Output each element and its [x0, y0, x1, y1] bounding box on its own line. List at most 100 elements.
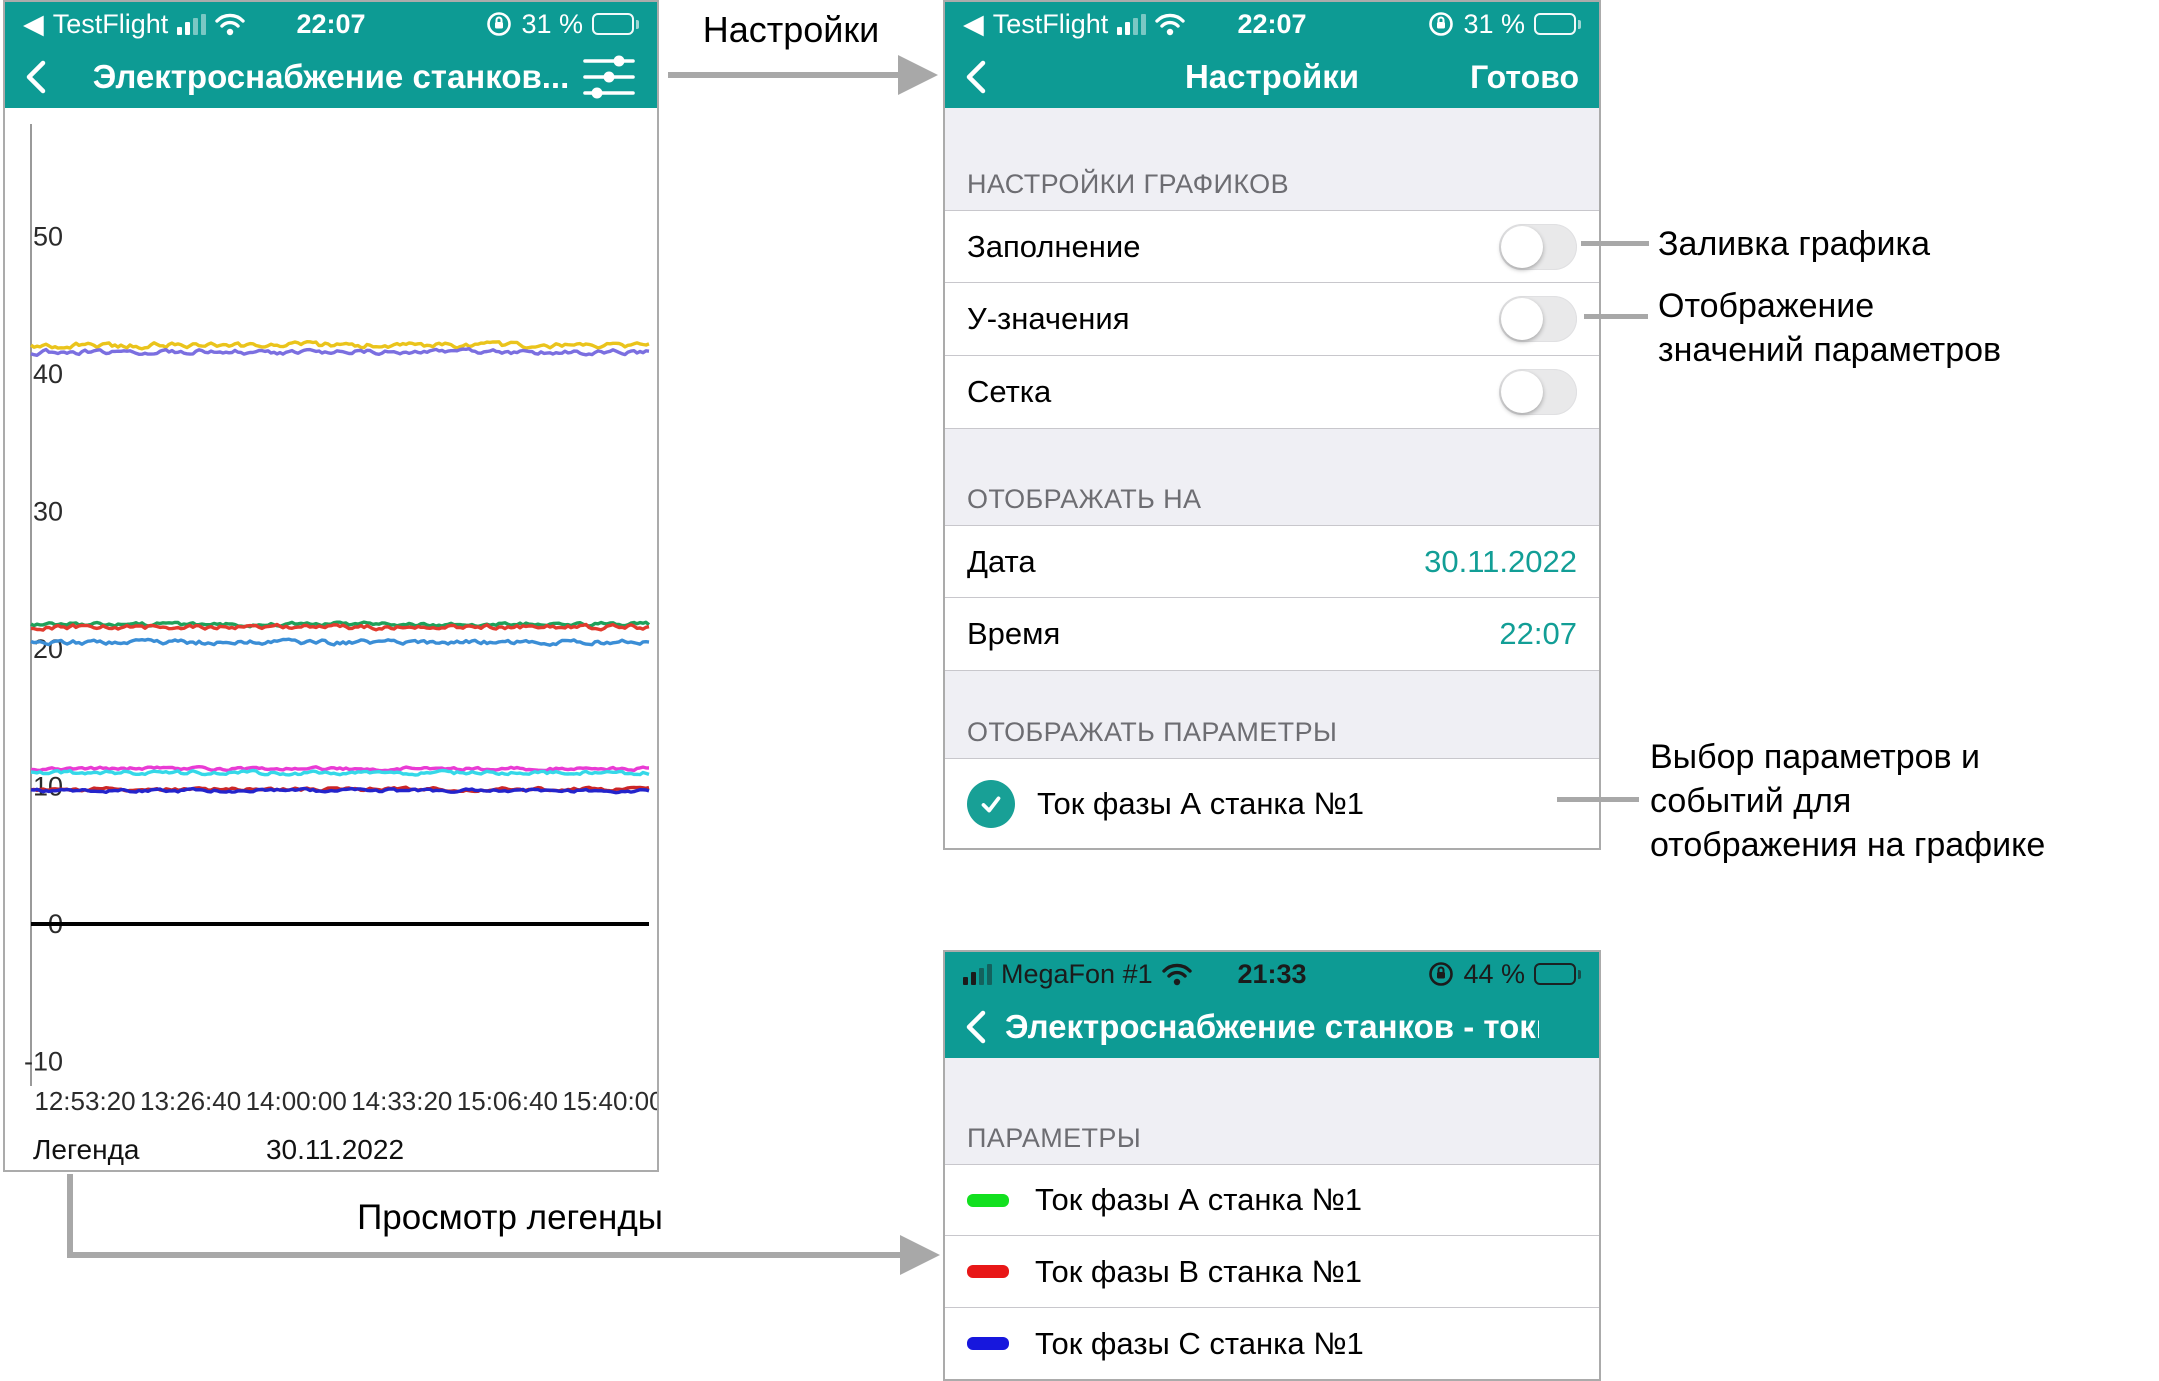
svg-text:20: 20 — [33, 634, 63, 664]
svg-text:15:06:40: 15:06:40 — [457, 1086, 558, 1116]
documentation-figure: ◀ TestFlight 22:07 31 % — [0, 0, 2159, 1381]
row-label: У-значения — [967, 301, 1499, 337]
checkmark-icon[interactable] — [967, 780, 1015, 828]
legend-item[interactable]: Ток фазы С станка №1 — [945, 1308, 1599, 1380]
annotation-settings: Настройки — [668, 8, 914, 52]
legend-arrow-line — [67, 1252, 902, 1258]
nav-bar: Электроснабжение станков... — [5, 46, 657, 108]
svg-text:10: 10 — [33, 772, 63, 802]
time-value[interactable]: 22:07 — [1499, 616, 1577, 652]
series-color-swatch — [967, 1265, 1009, 1278]
y-values-leader-line — [1584, 314, 1648, 319]
line-chart[interactable]: 50403020100-1012:53:2013:26:4014:00:0014… — [5, 108, 657, 1172]
row-parameter[interactable]: Ток фазы А станка №1 — [945, 758, 1599, 850]
row-label: Сетка — [967, 374, 1499, 410]
signal-icon — [963, 963, 992, 985]
svg-text:30: 30 — [33, 497, 63, 527]
row-time[interactable]: Время 22:07 — [945, 598, 1599, 671]
status-bar: ◀ TestFlight 22:07 31 % — [945, 2, 1599, 46]
back-to-app-indicator[interactable]: ◀ — [23, 9, 44, 40]
svg-text:15:40:00: 15:40:00 — [562, 1086, 657, 1116]
rotation-lock-icon — [486, 11, 512, 37]
wifi-icon — [1162, 962, 1192, 986]
legend-screen: MegaFon #1 21:33 44 % — [943, 950, 1601, 1381]
chart-screen: ◀ TestFlight 22:07 31 % — [3, 0, 659, 1172]
parameter-label: Ток фазы А станка №1 — [1037, 786, 1577, 822]
row-date[interactable]: Дата 30.11.2022 — [945, 525, 1599, 598]
annotation-y-values-line2: значений параметров — [1658, 328, 2138, 372]
svg-text:14:00:00: 14:00:00 — [246, 1086, 347, 1116]
page-title: Настройки — [1005, 58, 1539, 96]
annotation-params-line3: отображения на графике — [1650, 823, 2150, 867]
back-button[interactable] — [961, 1007, 991, 1047]
row-label: Дата — [967, 544, 1424, 580]
settings-list: НАСТРОЙКИ ГРАФИКОВ Заполнение У-значения… — [945, 108, 1599, 848]
svg-text:-10: -10 — [24, 1047, 63, 1077]
legend-item-label: Ток фазы А станка №1 — [1035, 1182, 1362, 1218]
settings-sliders-button[interactable] — [581, 51, 637, 103]
signal-icon — [177, 13, 206, 35]
legend-item-label: Ток фазы С станка №1 — [1035, 1326, 1364, 1362]
back-to-app-indicator[interactable]: ◀ — [963, 9, 984, 40]
legend-item[interactable]: Ток фазы В станка №1 — [945, 1236, 1599, 1308]
annotation-fill: Заливка графика — [1658, 222, 1930, 266]
legend-item[interactable]: Ток фазы А станка №1 — [945, 1164, 1599, 1236]
annotation-y-values-line1: Отображение — [1658, 284, 2138, 328]
section-header-display-params: ОТОБРАЖАТЬ ПАРАМЕТРЫ — [945, 671, 1599, 758]
status-bar: ◀ TestFlight 22:07 31 % — [5, 2, 657, 46]
nav-bar: Электроснабжение станков - токи — [945, 996, 1599, 1058]
row-label: Время — [967, 616, 1499, 652]
row-grid[interactable]: Сетка — [945, 356, 1599, 429]
params-leader-line — [1557, 797, 1639, 802]
svg-text:50: 50 — [33, 222, 63, 252]
legend-item-label: Ток фазы В станка №1 — [1035, 1254, 1362, 1290]
rotation-lock-icon — [1428, 11, 1454, 37]
y-values-toggle[interactable] — [1499, 296, 1577, 342]
done-button[interactable]: Готово — [1470, 59, 1579, 96]
battery-percent: 31 % — [521, 9, 583, 40]
back-button[interactable] — [21, 57, 51, 97]
legend-arrow-vline — [67, 1174, 73, 1258]
wifi-icon — [1155, 12, 1185, 36]
status-bar: MegaFon #1 21:33 44 % — [945, 952, 1599, 996]
fill-toggle[interactable] — [1499, 224, 1577, 270]
battery-icon — [592, 13, 639, 35]
svg-text:12:53:20: 12:53:20 — [34, 1086, 135, 1116]
date-value[interactable]: 30.11.2022 — [1424, 544, 1577, 580]
settings-screen: ◀ TestFlight 22:07 31 % — [943, 0, 1601, 850]
svg-text:13:26:40: 13:26:40 — [140, 1086, 241, 1116]
series-color-swatch — [967, 1194, 1009, 1207]
wifi-icon — [215, 12, 245, 36]
battery-percent: 44 % — [1463, 959, 1525, 990]
section-header-graph-settings: НАСТРОЙКИ ГРАФИКОВ — [945, 108, 1599, 210]
section-header-display-at: ОТОБРАЖАТЬ НА — [945, 429, 1599, 525]
rotation-lock-icon — [1428, 961, 1454, 987]
svg-text:40: 40 — [33, 359, 63, 389]
annotation-params-line2: событий для — [1650, 779, 2150, 823]
chart-date-label: 30.11.2022 — [185, 1134, 485, 1166]
annotation-legend: Просмотр легенды — [320, 1196, 700, 1240]
legend-button[interactable]: Легенда — [33, 1134, 140, 1166]
svg-text:14:33:20: 14:33:20 — [351, 1086, 452, 1116]
row-fill[interactable]: Заполнение — [945, 210, 1599, 283]
signal-icon — [1117, 13, 1146, 35]
annotation-params-line1: Выбор параметров и — [1650, 735, 2150, 779]
legend-arrow-head — [900, 1235, 940, 1275]
row-label: Заполнение — [967, 229, 1499, 265]
row-y-values[interactable]: У-значения — [945, 283, 1599, 356]
battery-icon — [1534, 13, 1581, 35]
battery-icon — [1534, 963, 1581, 985]
carrier-label: TestFlight — [53, 9, 169, 40]
page-title: Электроснабжение станков - токи — [1005, 1008, 1539, 1046]
page-title: Электроснабжение станков... — [65, 58, 597, 96]
series-color-swatch — [967, 1337, 1009, 1350]
section-header-parameters: ПАРАМЕТРЫ — [945, 1058, 1599, 1164]
back-button[interactable] — [961, 57, 991, 97]
settings-arrow-head — [898, 55, 938, 95]
carrier-label: MegaFon #1 — [1001, 959, 1153, 990]
fill-leader-line — [1581, 241, 1649, 246]
battery-percent: 31 % — [1463, 9, 1525, 40]
grid-toggle[interactable] — [1499, 369, 1577, 415]
settings-arrow-line — [668, 72, 902, 78]
chart-plot-area[interactable]: 50403020100-1012:53:2013:26:4014:00:0014… — [5, 108, 657, 1170]
